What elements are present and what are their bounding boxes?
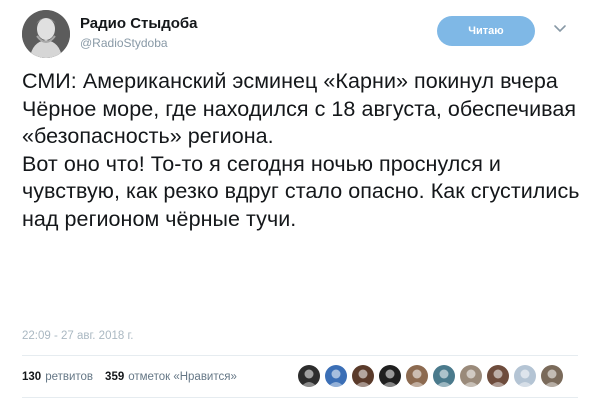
retweets-label: ретвитов — [45, 371, 94, 383]
liker-avatar-1[interactable] — [298, 365, 320, 387]
tweet-timestamp[interactable]: 22:09 - 27 авг. 2018 г. — [22, 330, 133, 342]
liker-avatar-5[interactable] — [406, 365, 428, 387]
liker-avatar-2[interactable] — [325, 365, 347, 387]
liker-avatar-8[interactable] — [487, 365, 509, 387]
liker-avatar-6[interactable] — [433, 365, 455, 387]
likes-label: отметок «Нравится» — [128, 371, 237, 383]
bust-statue-icon — [22, 10, 70, 58]
liker-avatar-10[interactable] — [541, 365, 563, 387]
account-name[interactable]: Радио Стыдоба — [80, 15, 198, 32]
tweet-paragraph: Вот оно что! То-то я сегодня ночью просн… — [22, 151, 580, 231]
divider — [22, 355, 578, 356]
liker-avatar-4[interactable] — [379, 365, 401, 387]
liker-avatar-7[interactable] — [460, 365, 482, 387]
divider — [22, 397, 578, 398]
tweet-paragraph: СМИ: Американский эсминец «Карни» покину… — [22, 69, 577, 149]
retweets-stat[interactable]: 130 ретвитов — [22, 371, 93, 383]
following-button[interactable]: Читаю — [437, 16, 535, 46]
likes-count: 359 — [105, 371, 125, 383]
liker-avatar-3[interactable] — [352, 365, 374, 387]
liker-avatar-9[interactable] — [514, 365, 536, 387]
avatar[interactable] — [22, 10, 70, 58]
chevron-down-icon[interactable] — [553, 22, 567, 36]
likes-stat[interactable]: 359 отметок «Нравится» — [105, 371, 237, 383]
liker-avatars — [298, 365, 568, 387]
tweet-text: СМИ: Американский эсминец «Карни» покину… — [22, 68, 592, 234]
account-handle[interactable]: @RadioStydoba — [80, 36, 168, 50]
engagement-stats: 130 ретвитов 359 отметок «Нравится» — [22, 371, 237, 383]
retweets-count: 130 — [22, 371, 42, 383]
